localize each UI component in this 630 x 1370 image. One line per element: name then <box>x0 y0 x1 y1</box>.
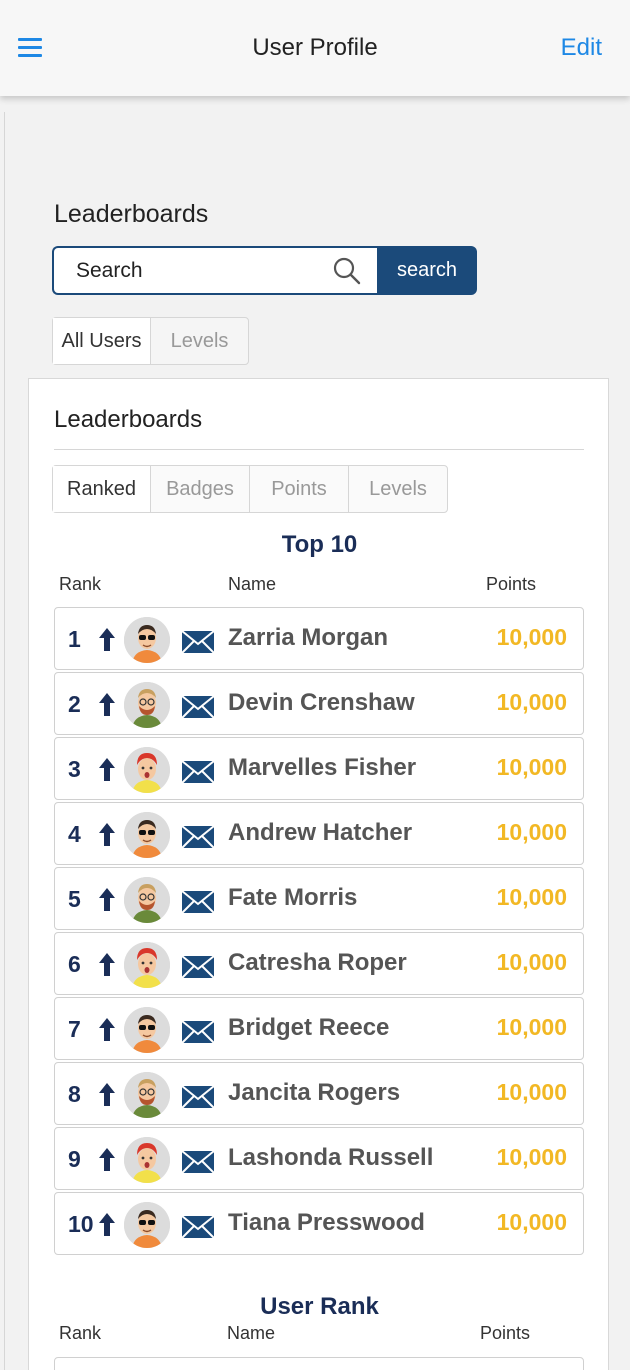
sunglasses-avatar-icon <box>124 617 170 663</box>
user-name[interactable]: Andrew Hatcher <box>228 819 412 847</box>
leaderboards-heading: Leaderboards <box>54 200 209 228</box>
mail-icon[interactable] <box>181 955 215 979</box>
leaderboard-card: Leaderboards Ranked Badges Points Levels… <box>28 378 609 1370</box>
user-points: 10,000 <box>496 1079 567 1105</box>
leaderboard-row[interactable]: 2 Devin Crenshaw 10,000 <box>54 672 584 735</box>
user-name[interactable]: Bridget Reece <box>228 1014 389 1042</box>
rank-number: 2 <box>68 691 81 717</box>
user-rank-row <box>54 1357 584 1370</box>
mail-icon[interactable] <box>181 825 215 849</box>
leaderboard-row[interactable]: 8 Jancita Rogers 10,000 <box>54 1062 584 1125</box>
leaderboard-row[interactable]: 9 Lashonda Russell 10,000 <box>54 1127 584 1190</box>
rank-up-arrow-icon <box>99 1018 115 1041</box>
user-rank-title: User Rank <box>260 1293 379 1320</box>
user-points: 10,000 <box>496 1209 567 1235</box>
redhead-avatar-icon <box>124 747 170 793</box>
user-name[interactable]: Devin Crenshaw <box>228 689 415 717</box>
search-input[interactable] <box>76 259 316 283</box>
user-filter-tabs: All Users Levels <box>52 317 249 365</box>
tab-points[interactable]: Points <box>250 466 349 512</box>
leaderboard-row[interactable]: 3 Marvelles Fisher 10,000 <box>54 737 584 800</box>
user-points: 10,000 <box>496 1014 567 1040</box>
rank-up-arrow-icon <box>99 888 115 911</box>
user-name[interactable]: Marvelles Fisher <box>228 754 416 782</box>
divider <box>54 449 584 450</box>
rank-number: 7 <box>68 1016 81 1042</box>
user-name[interactable]: Fate Morris <box>228 884 357 912</box>
rank-up-arrow-icon <box>99 1213 115 1236</box>
rank-number: 4 <box>68 821 81 847</box>
user-points: 10,000 <box>496 754 567 780</box>
sunglasses-avatar-icon <box>124 1202 170 1248</box>
glasses-beard-avatar-icon <box>124 682 170 728</box>
rank-up-arrow-icon <box>99 628 115 651</box>
rank-number: 9 <box>68 1146 81 1172</box>
search-button[interactable]: search <box>377 246 477 295</box>
user-points: 10,000 <box>496 949 567 975</box>
glasses-beard-avatar-icon <box>124 1072 170 1118</box>
column-header-points: Points <box>486 574 537 594</box>
mail-icon[interactable] <box>181 1215 215 1239</box>
user-points: 10,000 <box>496 819 567 845</box>
user-points: 10,000 <box>496 884 567 910</box>
tab-levels[interactable]: Levels <box>349 466 447 512</box>
tab-ranked[interactable]: Ranked <box>53 466 151 512</box>
top-bar: User Profile Edit <box>0 0 630 96</box>
rank-number: 5 <box>68 886 81 912</box>
rank-number: 10 <box>68 1211 94 1237</box>
redhead-avatar-icon <box>124 942 170 988</box>
column-header-name: Name <box>228 574 277 594</box>
rank-up-arrow-icon <box>99 823 115 846</box>
rank-up-arrow-icon <box>99 758 115 781</box>
search-bar: search <box>52 246 477 295</box>
user-points: 10,000 <box>496 689 567 715</box>
rank-up-arrow-icon <box>99 953 115 976</box>
page-title: User Profile <box>252 34 378 61</box>
user-rank-header-name: Name <box>227 1323 276 1343</box>
leaderboard-row[interactable]: 4 Andrew Hatcher 10,000 <box>54 802 584 865</box>
tab-all-users[interactable]: All Users <box>53 318 151 364</box>
leaderboard-tabs: Ranked Badges Points Levels <box>52 465 448 513</box>
user-rank-header-points: Points <box>480 1323 531 1343</box>
rank-number: 1 <box>68 626 81 652</box>
search-field[interactable] <box>52 246 377 295</box>
mail-icon[interactable] <box>181 1020 215 1044</box>
leaderboard-row[interactable]: 10 Tiana Presswood 10,000 <box>54 1192 584 1255</box>
user-name[interactable]: Zarria Morgan <box>228 624 388 652</box>
leaderboard-row[interactable]: 1 Zarria Morgan 10,000 <box>54 607 584 670</box>
leaderboard-row[interactable]: 5 Fate Morris 10,000 <box>54 867 584 930</box>
card-heading: Leaderboards <box>54 406 203 433</box>
column-header-rank: Rank <box>59 574 102 594</box>
rank-up-arrow-icon <box>99 693 115 716</box>
mail-icon[interactable] <box>181 760 215 784</box>
mail-icon[interactable] <box>181 890 215 914</box>
tab-badges[interactable]: Badges <box>151 466 250 512</box>
rank-up-arrow-icon <box>99 1148 115 1171</box>
user-name[interactable]: Jancita Rogers <box>228 1079 400 1107</box>
leaderboard-row[interactable]: 6 Catresha Roper 10,000 <box>54 932 584 995</box>
rank-up-arrow-icon <box>99 1083 115 1106</box>
glasses-beard-avatar-icon <box>124 877 170 923</box>
mail-icon[interactable] <box>181 630 215 654</box>
mail-icon[interactable] <box>181 1085 215 1109</box>
search-icon[interactable] <box>333 257 361 285</box>
user-name[interactable]: Catresha Roper <box>228 949 407 977</box>
leaderboard-row[interactable]: 7 Bridget Reece 10,000 <box>54 997 584 1060</box>
mail-icon[interactable] <box>181 695 215 719</box>
user-points: 10,000 <box>496 624 567 650</box>
user-name[interactable]: Tiana Presswood <box>228 1209 425 1237</box>
redhead-avatar-icon <box>124 1137 170 1183</box>
sunglasses-avatar-icon <box>124 1007 170 1053</box>
edit-button[interactable]: Edit <box>561 34 602 62</box>
rank-number: 6 <box>68 951 81 977</box>
mail-icon[interactable] <box>181 1150 215 1174</box>
user-name[interactable]: Lashonda Russell <box>228 1144 433 1172</box>
tab-levels[interactable]: Levels <box>151 318 248 364</box>
sunglasses-avatar-icon <box>124 812 170 858</box>
user-rank-header-rank: Rank <box>59 1323 102 1343</box>
rank-number: 8 <box>68 1081 81 1107</box>
rank-number: 3 <box>68 756 81 782</box>
top10-title: Top 10 <box>281 531 358 558</box>
user-points: 10,000 <box>496 1144 567 1170</box>
